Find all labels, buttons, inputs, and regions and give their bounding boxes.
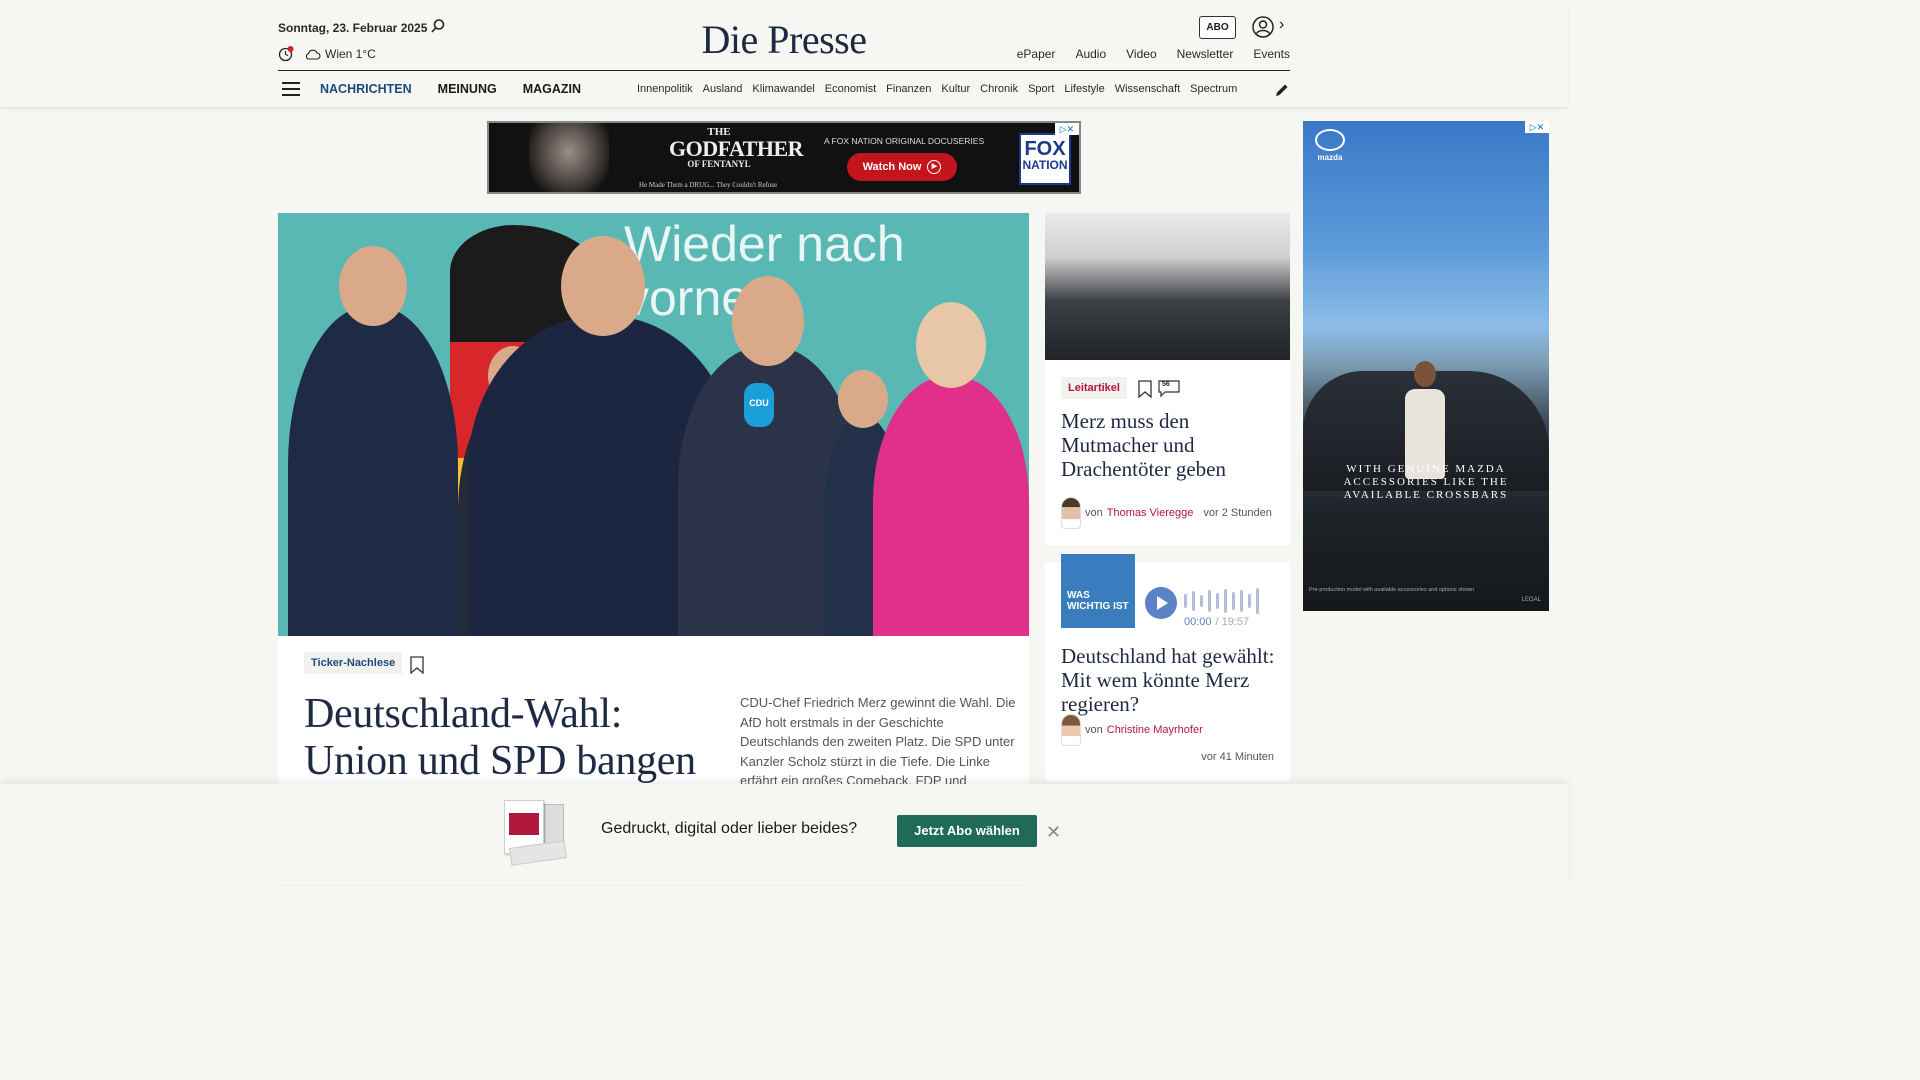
fox-logo-line1: FOX [1024, 138, 1066, 160]
newspaper-icon [502, 800, 568, 866]
link-video[interactable]: Video [1126, 47, 1156, 61]
nav-sub-wissenschaft[interactable]: Wissenschaft [1115, 83, 1180, 95]
article-headline[interactable]: Merz muss den Mutmacher und Drachentöter… [1061, 409, 1276, 481]
fox-logo-line2: NATION [1022, 158, 1068, 172]
close-icon[interactable]: ✕ [1046, 823, 1061, 841]
microphone: CDU [744, 383, 774, 427]
article-tag[interactable]: Ticker-Nachlese [304, 652, 403, 674]
byline-prefix: von [1085, 507, 1103, 519]
author-link[interactable]: Thomas Vieregge [1107, 507, 1194, 519]
link-audio[interactable]: Audio [1075, 47, 1106, 61]
byline-prefix: von [1085, 724, 1103, 736]
ad-subtitle: A FOX NATION ORIGINAL DOCUSERIES [824, 136, 985, 146]
article-card-leitartikel[interactable]: Leitartikel 56 Merz muss den Mutmacher u… [1045, 213, 1290, 545]
mazda-logo: mazda [1313, 129, 1347, 162]
nav-sub-ausland[interactable]: Ausland [703, 83, 743, 95]
adchoices-close-icon[interactable]: ▷✕ [1525, 121, 1549, 133]
mazda-emblem-icon [1315, 129, 1345, 151]
nav-magazin[interactable]: MAGAZIN [523, 82, 581, 96]
link-epaper[interactable]: ePaper [1017, 47, 1056, 61]
hero-article-card[interactable]: Wieder nach vorne CDU Ticker-Nachlese De… [278, 213, 1029, 883]
author-avatar [1061, 497, 1081, 529]
nav-sub: Innenpolitik Ausland Klimawandel Economi… [637, 83, 1259, 95]
top-banner-ad[interactable]: THE GODFATHER OF FENTANYL He Made Them a… [487, 121, 1081, 194]
byline: von Christine Mayrhofer [1061, 714, 1203, 746]
user-account-icon[interactable] [1251, 15, 1275, 39]
audio-current-time: 00:00 [1184, 616, 1212, 628]
audio-time: 00:00/ 19:57 [1184, 616, 1249, 628]
main-nav: NACHRICHTEN MEINUNG MAGAZIN Innenpolitik… [278, 71, 1290, 108]
play-button[interactable] [1145, 587, 1177, 619]
ad-portrait [529, 123, 609, 192]
side-skyscraper-ad[interactable]: mazda WITH GENUINE MAZDA ACCESSORIES LIK… [1303, 121, 1549, 611]
nav-main: NACHRICHTEN MEINUNG MAGAZIN [320, 82, 581, 96]
ad-title-line2: GODFATHER [669, 136, 804, 161]
nav-sub-innenpolitik[interactable]: Innenpolitik [637, 83, 693, 95]
nav-sub-kultur[interactable]: Kultur [941, 83, 970, 95]
audio-total-time: / 19:57 [1215, 616, 1250, 628]
link-newsletter[interactable]: Newsletter [1177, 47, 1234, 61]
bookmark-icon[interactable] [1138, 380, 1152, 398]
article-tag[interactable]: Leitartikel [1061, 377, 1127, 399]
nav-sub-klimawandel[interactable]: Klimawandel [752, 83, 814, 95]
nav-sub-lifestyle[interactable]: Lifestyle [1064, 83, 1104, 95]
mazda-legal-link[interactable]: LEGAL [1522, 597, 1541, 603]
top-links: ePaper Audio Video Newsletter Events [1017, 47, 1290, 61]
mazda-fine-print: Pre-production model with available acce… [1309, 587, 1475, 593]
ad-title: THE GODFATHER OF FENTANYL [669, 127, 804, 169]
article-time: vor 2 Stunden [1203, 507, 1272, 519]
bookmark-icon[interactable] [410, 656, 424, 674]
author-link[interactable]: Christine Mayrhofer [1107, 724, 1203, 736]
hero-teaser: CDU-Chef Friedrich Merz gewinnt die Wahl… [740, 695, 1016, 788]
adchoices-close-icon[interactable]: ▷✕ [1055, 123, 1079, 135]
author-avatar [1061, 714, 1081, 746]
ad-watch-label: Watch Now [862, 161, 922, 173]
nav-nachrichten[interactable]: NACHRICHTEN [320, 82, 412, 96]
nav-sub-sport[interactable]: Sport [1028, 83, 1054, 95]
link-events[interactable]: Events [1253, 47, 1290, 61]
mazda-headline: WITH GENUINE MAZDA ACCESSORIES LIKE THE … [1343, 463, 1509, 501]
subscribe-button[interactable]: Jetzt Abo wählen [897, 815, 1037, 847]
article-time: vor 41 Minuten [1201, 751, 1274, 763]
chevron-right-icon[interactable]: › [1279, 16, 1284, 34]
nav-sub-finanzen[interactable]: Finanzen [886, 83, 931, 95]
site-header: Sonntag, 23. Februar 2025 Wien 1°C Die P… [0, 0, 1568, 108]
play-icon: ▶ [927, 160, 942, 174]
pencil-icon[interactable] [1274, 82, 1290, 98]
article-headline[interactable]: Deutschland hat gewählt: Mit wem könnte … [1061, 644, 1276, 716]
nav-sub-chronik[interactable]: Chronik [980, 83, 1018, 95]
ad-watch-button[interactable]: Watch Now ▶ [847, 153, 957, 181]
subscription-banner: Gedruckt, digital oder lieber beides? Je… [0, 784, 1568, 882]
topbar: Sonntag, 23. Februar 2025 Wien 1°C Die P… [278, 0, 1290, 70]
comment-count: 56 [1162, 381, 1170, 388]
ad-tagline: He Made Them a DRUG... They Couldn't Ref… [639, 181, 778, 189]
byline: von Thomas Vieregge vor 2 Stunden [1061, 497, 1272, 529]
article-image[interactable] [1045, 213, 1290, 360]
menu-icon[interactable] [282, 82, 300, 96]
nav-meinung[interactable]: MEINUNG [438, 82, 497, 96]
podcast-cover[interactable]: WAS WICHTIG IST [1061, 554, 1135, 628]
fox-nation-logo: FOX NATION [1019, 133, 1071, 185]
nav-sub-economist[interactable]: Economist [825, 83, 876, 95]
ad-title-line3: OF FENTANYL [687, 159, 751, 169]
podcast-card[interactable]: WAS WICHTIG IST 00:00/ 19:57 Deutschland… [1045, 554, 1290, 782]
nav-sub-spectrum[interactable]: Spectrum [1190, 83, 1237, 95]
abo-button[interactable]: ABO [1199, 16, 1236, 39]
hero-headline[interactable]: Deutschland-Wahl: Union und SPD bangen [304, 691, 724, 785]
hero-image[interactable]: Wieder nach vorne CDU [278, 213, 1029, 636]
audio-waveform[interactable] [1184, 588, 1274, 614]
person-figure [288, 246, 458, 636]
person-figure [873, 302, 1029, 636]
banner-text: Gedruckt, digital oder lieber beides? [601, 820, 858, 837]
mazda-logo-text: mazda [1317, 153, 1343, 162]
